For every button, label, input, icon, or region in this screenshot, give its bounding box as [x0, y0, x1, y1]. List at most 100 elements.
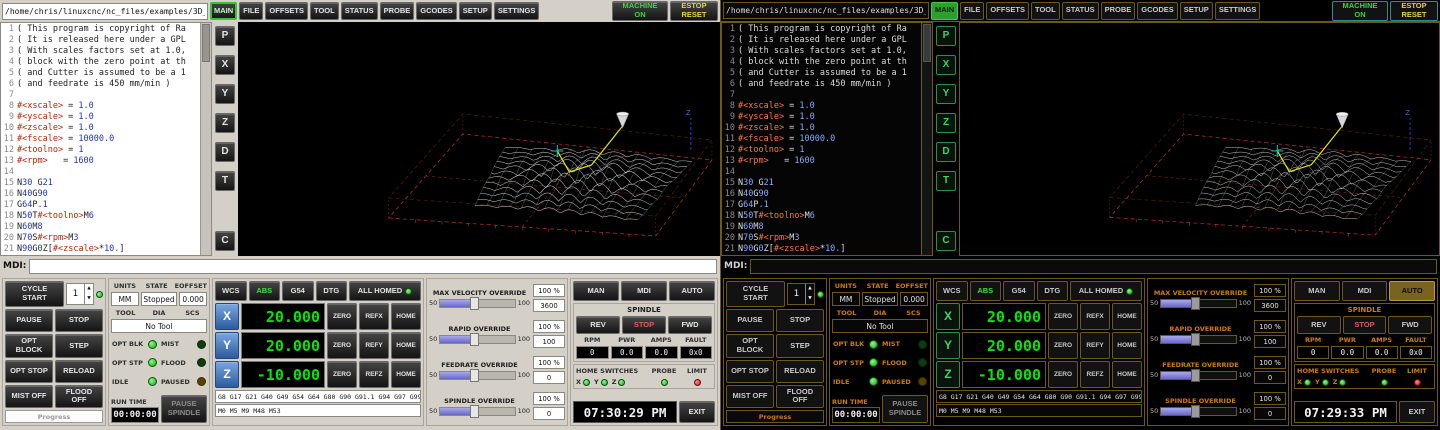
- control-button[interactable]: STOP: [55, 309, 103, 332]
- gcode-line[interactable]: 5 ( and Cutter is assumed to be a 1: [1, 68, 200, 79]
- file-path-input[interactable]: [723, 2, 929, 19]
- override-value[interactable]: 0: [533, 371, 565, 384]
- slider-thumb[interactable]: [470, 369, 479, 382]
- axis-ref-button[interactable]: REFX: [359, 303, 389, 330]
- control-button[interactable]: STEP: [776, 334, 824, 357]
- view-button[interactable]: Z: [936, 113, 956, 133]
- override-slider[interactable]: [1160, 335, 1236, 344]
- control-button[interactable]: MIST OFF: [5, 385, 53, 408]
- view-button[interactable]: T: [936, 171, 956, 191]
- gcode-line[interactable]: 10 #<zscale> = 1.0: [1, 123, 200, 134]
- slider-thumb[interactable]: [1191, 297, 1200, 310]
- view-button[interactable]: X: [215, 55, 235, 75]
- axis-zero-button[interactable]: ZERO: [1048, 361, 1078, 388]
- dro-tab-button[interactable]: WCS: [936, 281, 968, 301]
- menu-button[interactable]: TOOL: [310, 2, 339, 20]
- gcode-line[interactable]: 15 N30 G21: [1, 178, 200, 189]
- override-value[interactable]: 100: [533, 335, 565, 348]
- gcode-line[interactable]: 1 ( This program is copyright of Ra: [1, 24, 200, 35]
- dro-tab-button[interactable]: ABS: [249, 281, 281, 301]
- dro-tab-button[interactable]: G54: [1003, 281, 1035, 301]
- menu-button[interactable]: SETUP: [459, 2, 492, 20]
- axis-ref-button[interactable]: REFZ: [359, 361, 389, 388]
- view-button[interactable]: Y: [215, 84, 235, 104]
- gcode-line[interactable]: 8 #<xscale> = 1.0: [1, 101, 200, 112]
- slider-thumb[interactable]: [1191, 405, 1200, 418]
- gcode-line[interactable]: 13 #<rpm> = 1600: [722, 156, 921, 167]
- control-button[interactable]: OPT BLOCK: [5, 334, 53, 357]
- axis-ref-button[interactable]: REFZ: [1080, 361, 1110, 388]
- gcode-line[interactable]: 6 ( and feedrate is 450 mm/min ): [722, 79, 921, 90]
- pause-spindle-button[interactable]: PAUSE SPINDLE: [161, 395, 207, 423]
- override-slider[interactable]: [439, 299, 515, 308]
- axis-letter-button[interactable]: X: [215, 303, 239, 330]
- gcode-line[interactable]: 19 N60M8: [722, 222, 921, 233]
- control-button[interactable]: PAUSE: [726, 309, 774, 332]
- axis-letter-button[interactable]: X: [936, 303, 960, 330]
- menu-button[interactable]: SETTINGS: [494, 2, 540, 20]
- control-button[interactable]: OPT BLOCK: [726, 334, 774, 357]
- gcode-editor[interactable]: 1 ( This program is copyright of Ra 2 ( …: [0, 22, 212, 256]
- axis-zero-button[interactable]: ZERO: [1048, 303, 1078, 330]
- override-value[interactable]: 0: [1254, 371, 1286, 384]
- gcode-line[interactable]: 20 N70S#<rpm>M3: [1, 233, 200, 244]
- gcode-line[interactable]: 16 N40G90: [1, 189, 200, 200]
- axis-letter-button[interactable]: Z: [215, 361, 239, 388]
- control-button[interactable]: RELOAD: [776, 360, 824, 383]
- gcode-line[interactable]: 18 N50T#<toolno>M6: [722, 211, 921, 222]
- gcode-line[interactable]: 2 ( It is released here under a GPL: [722, 35, 921, 46]
- gcode-line[interactable]: 7: [722, 90, 921, 101]
- dro-tab-button[interactable]: G54: [282, 281, 314, 301]
- axis-home-button[interactable]: HOME: [1112, 303, 1142, 330]
- menu-button[interactable]: SETUP: [1180, 2, 1213, 20]
- gcode-line[interactable]: 16 N40G90: [722, 189, 921, 200]
- cycle-start-button[interactable]: CYCLE START: [726, 281, 785, 307]
- menu-button[interactable]: MAIN: [931, 2, 958, 20]
- axis-zero-button[interactable]: ZERO: [327, 332, 357, 359]
- override-value[interactable]: 0: [533, 407, 565, 420]
- view-button[interactable]: Y: [936, 84, 956, 104]
- view-button[interactable]: P: [215, 26, 235, 46]
- slider-thumb[interactable]: [470, 405, 479, 418]
- gcode-line[interactable]: 17 G64P.1: [1, 200, 200, 211]
- override-slider[interactable]: [1160, 371, 1236, 380]
- menu-button[interactable]: TOOL: [1031, 2, 1060, 20]
- slider-thumb[interactable]: [1191, 333, 1200, 346]
- gcode-line[interactable]: 18 N50T#<toolno>M6: [1, 211, 200, 222]
- slider-thumb[interactable]: [1191, 369, 1200, 382]
- menu-button[interactable]: STATUS: [1062, 2, 1099, 20]
- gcode-line[interactable]: 4 ( block with the zero point at th: [722, 57, 921, 68]
- dro-tab-button[interactable]: DTG: [1037, 281, 1069, 301]
- override-value[interactable]: 3600: [533, 299, 565, 312]
- mdi-input[interactable]: [750, 259, 1437, 274]
- scrollbar-thumb[interactable]: [202, 24, 210, 62]
- slider-thumb[interactable]: [470, 333, 479, 346]
- axis-home-button[interactable]: HOME: [391, 361, 421, 388]
- axis-home-button[interactable]: HOME: [391, 332, 421, 359]
- cycle-start-button[interactable]: CYCLE START: [5, 281, 64, 307]
- toolpath-canvas[interactable]: Z: [238, 22, 720, 256]
- axis-zero-button[interactable]: ZERO: [1048, 332, 1078, 359]
- gcode-line[interactable]: 10 #<zscale> = 1.0: [722, 123, 921, 134]
- exit-button[interactable]: EXIT: [679, 401, 715, 423]
- axis-ref-button[interactable]: REFY: [1080, 332, 1110, 359]
- override-value[interactable]: 3600: [1254, 299, 1286, 312]
- control-button[interactable]: MIST OFF: [726, 385, 774, 408]
- control-button[interactable]: OPT STOP: [726, 360, 774, 383]
- axis-zero-button[interactable]: ZERO: [327, 361, 357, 388]
- menu-button[interactable]: SETTINGS: [1215, 2, 1261, 20]
- mode-button[interactable]: MAN: [573, 281, 619, 301]
- machine-on-button[interactable]: MACHINE ON: [612, 1, 668, 21]
- control-button[interactable]: OPT STOP: [5, 360, 53, 383]
- gcode-line[interactable]: 9 #<yscale> = 1.0: [1, 112, 200, 123]
- gcode-line[interactable]: 13 #<rpm> = 1600: [1, 156, 200, 167]
- view-button[interactable]: D: [215, 142, 235, 162]
- view-button[interactable]: D: [936, 142, 956, 162]
- cycle-count-spinner[interactable]: 1 ▲ ▼: [787, 283, 815, 305]
- dro-tab-button[interactable]: WCS: [215, 281, 247, 301]
- override-slider[interactable]: [439, 335, 515, 344]
- spin-down-icon[interactable]: ▼: [806, 294, 814, 304]
- view-button[interactable]: C: [215, 231, 235, 251]
- gcode-line[interactable]: 20 N70S#<rpm>M3: [722, 233, 921, 244]
- spindle-button[interactable]: REV: [1297, 316, 1341, 334]
